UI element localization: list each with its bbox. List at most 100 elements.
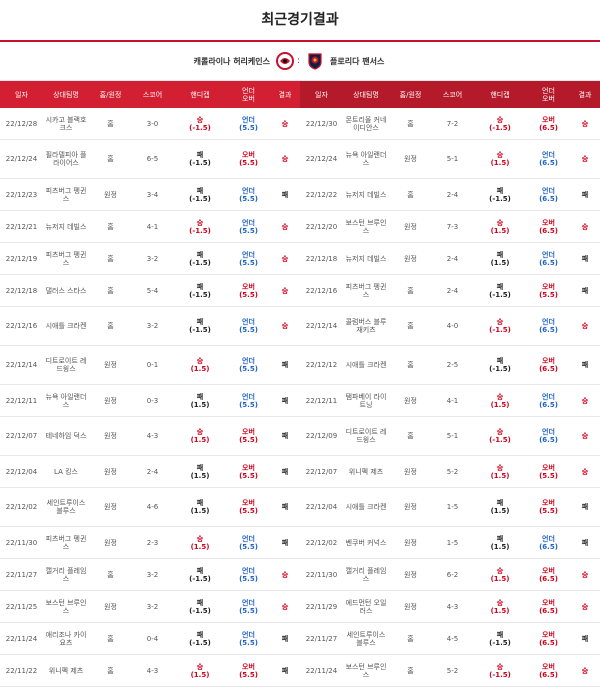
left-cell-handicap: 승 (1.5) <box>190 428 210 444</box>
right-cell-handicap: 패 (1.5) <box>490 499 510 515</box>
left-cell-under-over: 오버 (5.5) <box>239 282 258 299</box>
home-team-name: 캐롤라이나 허리케인스 <box>193 56 270 66</box>
right-game: 22/12/20 보스턴 브루인스 원정 7-3 승 (1.5) 오버 (6.5) 승 <box>300 211 600 242</box>
left-game: 22/11/27 캘거리 플레임스 홈 3-2 패 (-1.5) 언더 (5.5) 승 <box>0 559 300 590</box>
right-game: 22/11/29 에드먼턴 오일러스 원정 4-3 승 (1.5) 오버 (6.5) 승 <box>300 591 600 622</box>
left-game: 22/12/02 세인트루이스 블루스 원정 4-6 패 (1.5) 오버 (5.5) 패 <box>0 488 300 526</box>
left-cell-home-away: 홈 <box>107 286 114 295</box>
left-cell-home-away: 원정 <box>104 602 117 611</box>
left-cell-handicap: 패 (1.5) <box>190 392 210 409</box>
right-cell-date: 22/11/29 <box>305 602 338 611</box>
left-cell-date: 22/12/28 <box>5 119 38 128</box>
right-cell-score: 1-5 <box>446 503 459 511</box>
header-col-opponent: 상대팀명 <box>353 90 379 99</box>
right-game: 22/12/09 디트로이트 레드윙스 홈 5-1 승 (-1.5) 언더 (6.5) 승 <box>300 417 600 455</box>
right-cell-opponent: 보스턴 브루인스 <box>345 218 387 235</box>
header-col-home-away: 홈/원정 <box>399 90 422 99</box>
left-cell-score: 3-2 <box>146 254 159 263</box>
right-cell-score: 5-1 <box>446 155 459 163</box>
table-row: 22/12/19 피츠버그 펭귄스 홈 3-2 패 (-1.5) 언더 (5.5) 승 22/… <box>0 243 600 275</box>
left-cell-under-over: 오버 (5.5) <box>239 499 258 515</box>
left-cell-result: 패 <box>281 538 289 547</box>
left-cell-date: 22/12/07 <box>5 432 38 440</box>
right-cell-date: 22/12/16 <box>305 286 338 295</box>
left-cell-handicap: 패 (-1.5) <box>189 282 211 299</box>
left-cell-date: 22/11/30 <box>5 538 38 547</box>
left-cell-result: 패 <box>281 634 289 643</box>
left-cell-home-away: 원정 <box>104 432 117 440</box>
left-cell-score: 4-3 <box>146 666 159 675</box>
right-cell-handicap: 패 (-1.5) <box>489 282 511 299</box>
right-cell-handicap: 승 (1.5) <box>490 218 510 235</box>
left-cell-opponent: 뉴욕 아일랜더스 <box>45 392 87 409</box>
right-cell-result: 패 <box>581 286 589 295</box>
left-cell-opponent: 피츠버그 펭귄스 <box>45 186 87 203</box>
left-cell-home-away: 홈 <box>107 634 114 643</box>
table-row: 22/12/28 시카고 블랙호크스 홈 3-0 승 (-1.5) 언더 (5.5) 승 22… <box>0 108 600 140</box>
left-game: 22/12/16 시애틀 크라켄 홈 3-2 패 (-1.5) 언더 (5.5) 승 <box>0 307 300 345</box>
left-cell-home-away: 원정 <box>104 361 117 369</box>
header-col-score: 스코어 <box>442 90 463 99</box>
left-cell-handicap: 패 (-1.5) <box>189 598 211 615</box>
right-cell-handicap: 패 (-1.5) <box>489 186 511 203</box>
header-col-date: 일자 <box>15 90 28 99</box>
left-cell-score: 0-3 <box>146 396 159 405</box>
left-cell-result: 승 <box>281 155 289 163</box>
right-cell-home-away: 원정 <box>404 222 417 231</box>
left-cell-score: 3-2 <box>146 602 159 611</box>
right-cell-result: 승 <box>581 322 589 330</box>
right-cell-handicap: 승 (1.5) <box>490 463 510 480</box>
table-row: 22/12/11 뉴욕 아일랜더스 원정 0-3 패 (1.5) 언더 (5.5) 패 22/… <box>0 385 600 417</box>
left-game: 22/12/24 필라델피아 플라이어스 홈 6-5 패 (-1.5) 오버 (5.5) 승 <box>0 140 300 178</box>
right-cell-result: 승 <box>581 222 589 231</box>
away-team: 플로리다 팬서스 <box>300 52 600 70</box>
left-cell-result: 패 <box>281 467 289 476</box>
left-cell-handicap: 패 (1.5) <box>190 499 210 515</box>
right-cell-under-over: 오버 (6.5) <box>539 630 558 647</box>
left-cell-handicap: 승 (-1.5) <box>189 218 211 235</box>
header-col-result: 결과 <box>278 90 292 99</box>
right-cell-date: 22/11/24 <box>305 666 338 675</box>
left-cell-date: 22/11/25 <box>5 602 38 611</box>
right-game: 22/12/14 콜럼버스 블루재키츠 홈 4-0 승 (-1.5) 언더 (6.5) 승 <box>300 307 600 345</box>
left-cell-opponent: 보스턴 브루인스 <box>45 598 87 615</box>
right-game: 22/12/16 피츠버그 펭귄스 홈 2-4 패 (-1.5) 오버 (5.5) 패 <box>300 275 600 306</box>
header-col-home-away: 홈/원정 <box>99 90 122 99</box>
left-cell-under-over: 오버 (5.5) <box>239 463 258 480</box>
table-row: 22/12/14 디트로이트 레드윙스 원정 0-1 승 (1.5) 언더 (5.5) 패 2… <box>0 346 600 385</box>
left-cell-opponent: 애리조나 카이요츠 <box>45 630 87 647</box>
header-col-result: 결과 <box>578 90 592 99</box>
left-cell-date: 22/12/19 <box>5 254 38 263</box>
left-game: 22/12/23 피츠버그 펭귄스 원정 3-4 패 (-1.5) 언더 (5.5) 패 <box>0 179 300 210</box>
right-cell-result: 승 <box>581 602 589 611</box>
hurricanes-logo-icon <box>276 52 294 70</box>
left-cell-opponent: 피츠버그 펭귄스 <box>45 534 87 551</box>
left-cell-home-away: 홈 <box>107 155 114 163</box>
right-game: 22/12/30 몬트리올 커네이디안스 홈 7-2 승 (-1.5) 오버 (6.5) 승 <box>300 108 600 139</box>
left-cell-under-over: 언더 (5.5) <box>239 250 258 267</box>
right-game: 22/12/12 시애틀 크라켄 홈 2-5 패 (-1.5) 오버 (6.5) 패 <box>300 346 600 384</box>
right-cell-opponent: 뉴저지 데빌스 <box>345 190 387 199</box>
left-cell-home-away: 홈 <box>107 570 114 579</box>
left-cell-score: 4-1 <box>146 222 159 231</box>
right-cell-opponent: 시애틀 크라켄 <box>345 361 387 369</box>
left-cell-home-away: 홈 <box>107 254 114 263</box>
table-row: 22/11/25 보스턴 브루인스 원정 3-2 패 (-1.5) 언더 (5.5) 승 22… <box>0 591 600 623</box>
right-cell-score: 5-1 <box>446 432 459 440</box>
right-cell-score: 4-1 <box>446 396 459 405</box>
left-cell-home-away: 원정 <box>104 396 117 405</box>
left-cell-result: 승 <box>281 570 289 579</box>
right-cell-handicap: 승 (1.5) <box>490 392 510 409</box>
left-cell-opponent: 뉴저지 데빌스 <box>45 222 87 231</box>
left-cell-date: 22/12/18 <box>5 286 38 295</box>
right-cell-opponent: 에드먼턴 오일러스 <box>345 598 387 615</box>
right-cell-date: 22/12/18 <box>305 254 338 263</box>
right-cell-handicap: 승 (-1.5) <box>489 428 511 444</box>
left-cell-opponent: 위니펙 제츠 <box>48 666 84 675</box>
left-game: 22/12/28 시카고 블랙호크스 홈 3-0 승 (-1.5) 언더 (5.5) 승 <box>0 108 300 139</box>
right-game: 22/11/30 캘거리 플레임스 원정 6-2 승 (1.5) 오버 (6.5) 승 <box>300 559 600 590</box>
right-cell-under-over: 언더 (6.5) <box>539 250 558 267</box>
left-cell-under-over: 언더 (5.5) <box>239 598 258 615</box>
left-cell-handicap: 패 (-1.5) <box>189 630 211 647</box>
header-col-date: 일자 <box>315 90 328 99</box>
